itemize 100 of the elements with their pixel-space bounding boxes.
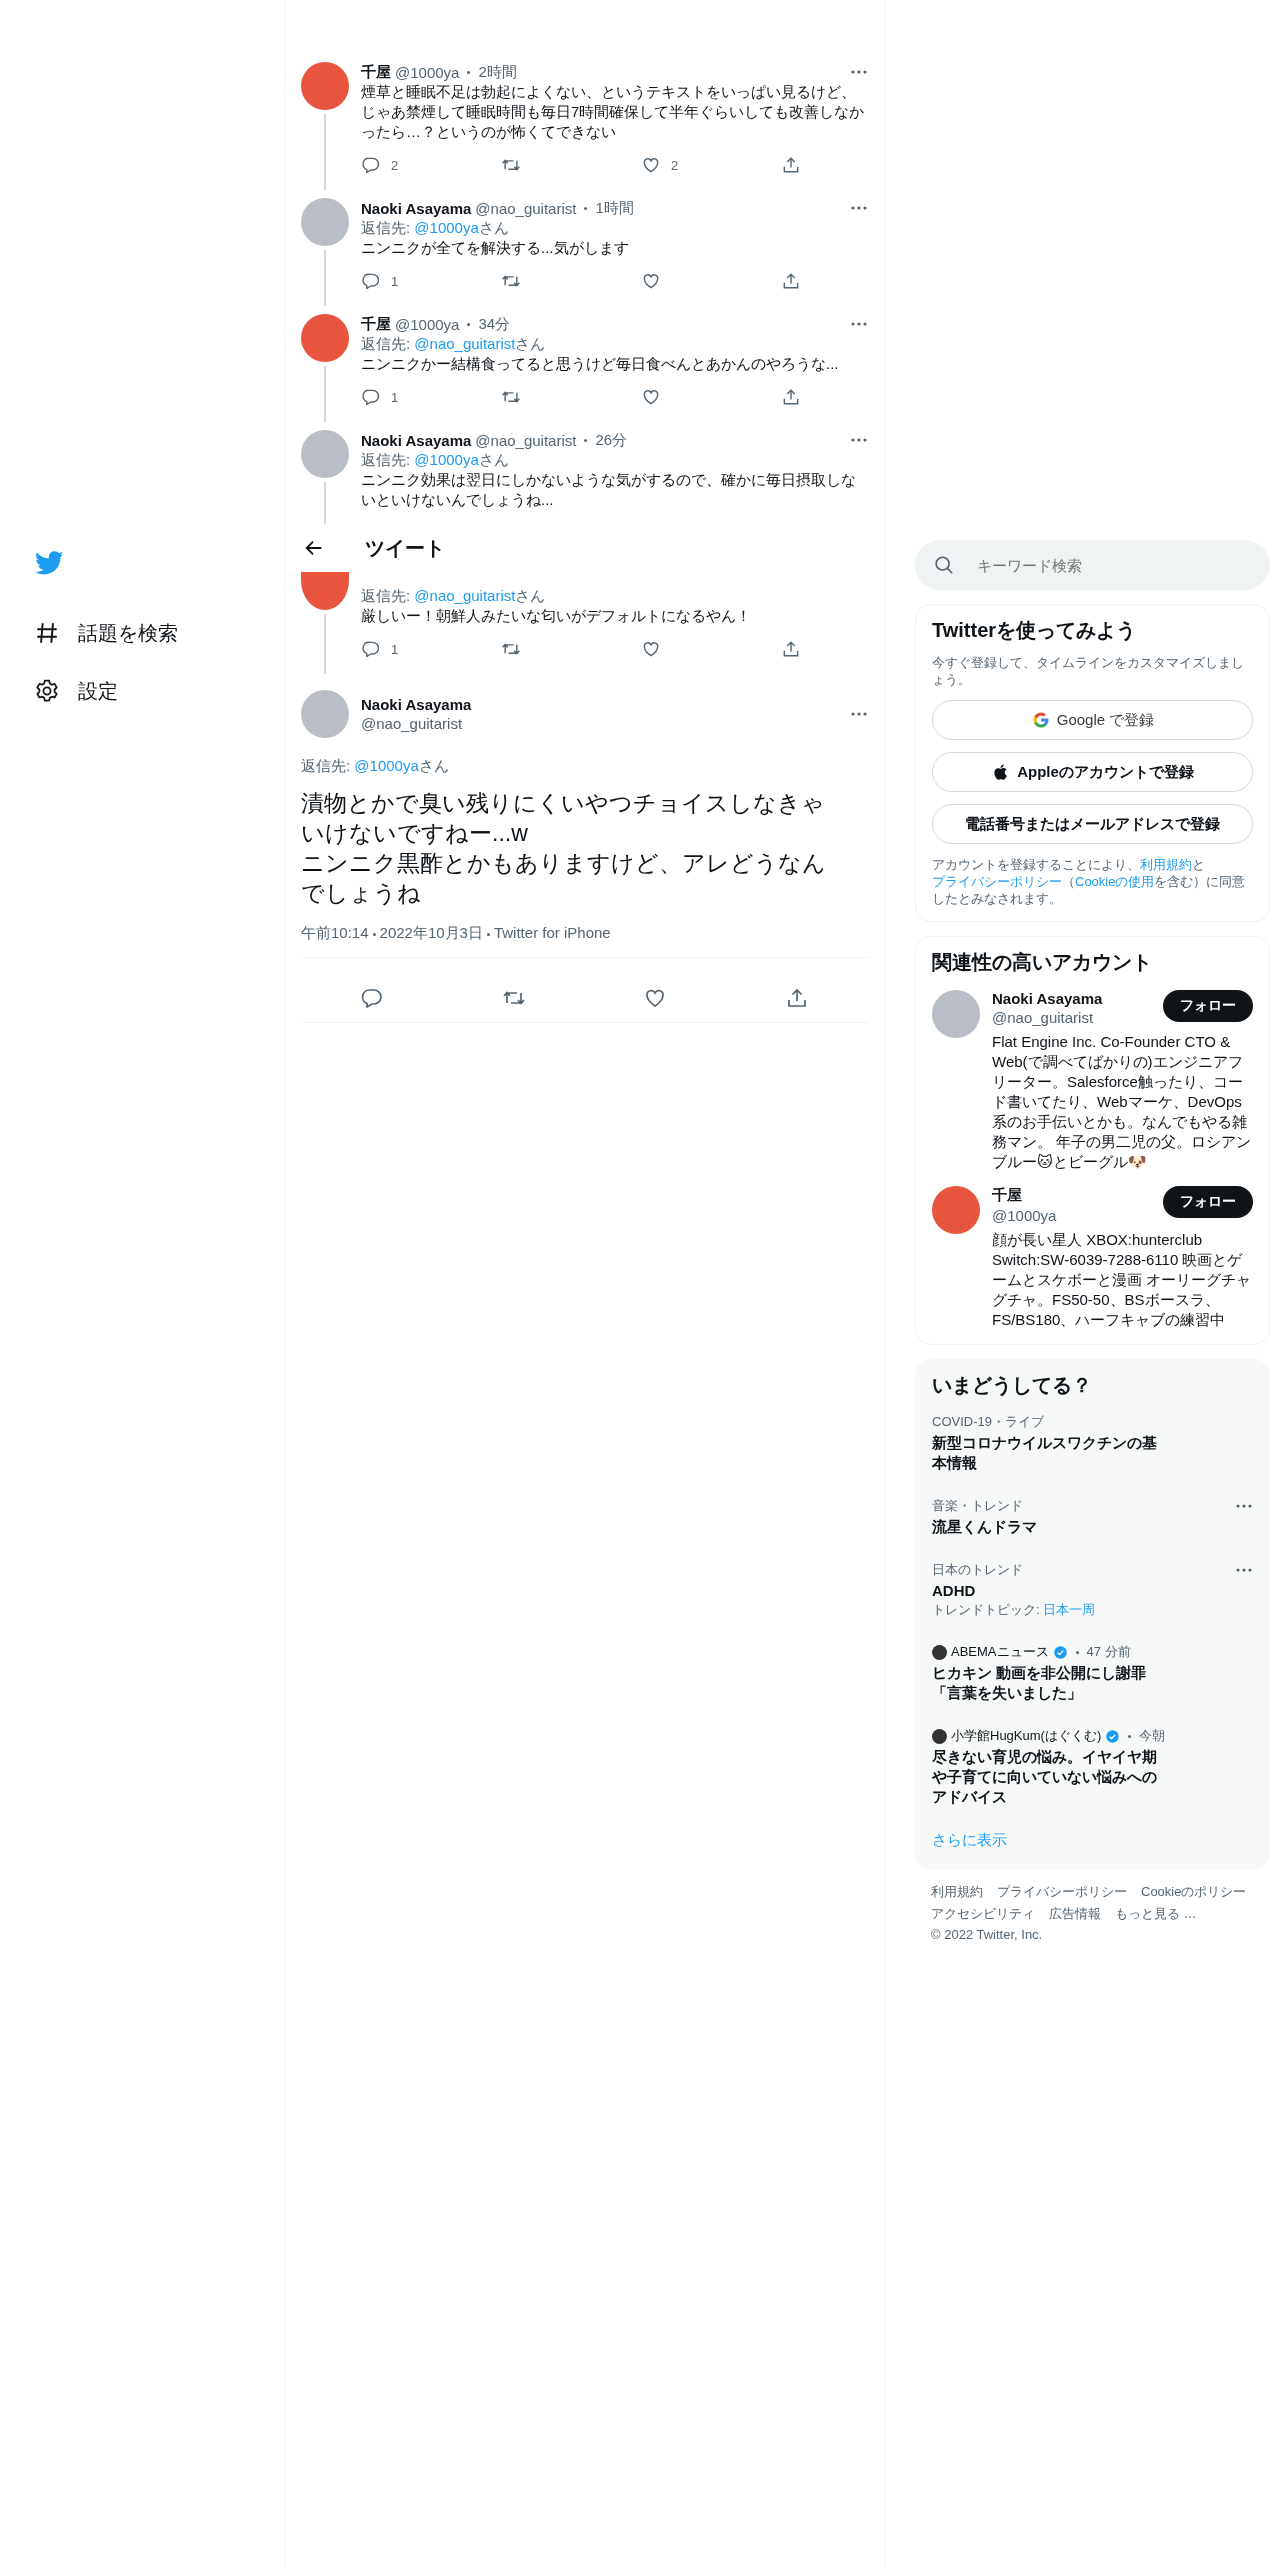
footer-link[interactable]: 広告情報 (1049, 1905, 1101, 1923)
share-icon[interactable] (781, 387, 801, 407)
source-logo-icon (932, 1728, 947, 1744)
avatar[interactable] (301, 62, 349, 110)
reply-to-text: 返信先: @nao_guitaristさん (361, 334, 547, 354)
footer-link[interactable]: 利用規約 (931, 1883, 983, 1901)
news-time: 47 分前 (1086, 1643, 1131, 1661)
author-handle[interactable]: @nao_guitarist (361, 715, 472, 732)
avatar[interactable] (301, 314, 349, 362)
search-icon (933, 554, 955, 576)
more-icon[interactable] (850, 711, 868, 717)
tweet-meta[interactable]: Twitter for iPhone (493, 924, 611, 941)
follow-button[interactable]: フォロー (1163, 990, 1253, 1022)
terms-notice: アカウントを登録することにより、利用規約 と プライバシーポリシー（Cookieの使用を含む）に同意したとみなされます。 (932, 856, 1247, 907)
source-logo-icon (932, 1644, 947, 1660)
card-title: Twitterを使ってみよう (932, 618, 1138, 643)
trend-context: 音楽・トレンド (932, 1497, 1023, 1515)
signup-button[interactable]: Google で登録 (932, 700, 1253, 740)
account-bio: Flat Engine Inc. Co-Founder CTO & Web(で調べてばかりの)エンジニアフリーター。Salesforce触ったり、コード書いてたり、Webマーケ、DevOps系のお手伝いとかも。なんでもやる雑務マン。 年子の男二児の父。ロシアンブルー🐱とビーグル🐶 (992, 1032, 1253, 1172)
reply-count: 2 (391, 157, 399, 173)
news-title[interactable]: ヒカキン 動画を非公開にし謝罪「言葉を失いました」 (932, 1663, 1162, 1703)
reply-count: 1 (391, 273, 399, 289)
tweet-text: ニンニクかー結構食ってると思うけど毎日食べんとあかんのやろうな... (361, 354, 840, 374)
account-name[interactable]: Naoki Asayama (992, 990, 1103, 1007)
author-handle[interactable]: @nao_guitarist (475, 431, 577, 449)
card-title: いまどうしてる？ (932, 1373, 1093, 1398)
card-title: 関連性の高いアカウント (932, 950, 1153, 975)
author-handle[interactable]: @1000ya (395, 63, 460, 81)
author-name[interactable]: Naoki Asayama (361, 199, 472, 217)
reply-to-text: 返信先: @nao_guitaristさん (361, 586, 547, 606)
heart-icon[interactable] (641, 155, 661, 175)
nav-item[interactable]: 話題を検索 (34, 604, 178, 662)
card-subtitle: 今すぐ登録して、タイムラインをカスタマイズしましょう。 (932, 654, 1245, 688)
nav-item[interactable]: 設定 (34, 662, 118, 720)
more-icon[interactable] (850, 205, 868, 211)
more-icon[interactable] (1235, 1567, 1253, 1573)
share-icon[interactable] (781, 639, 801, 659)
more-icon[interactable] (850, 437, 868, 443)
author-name[interactable]: Naoki Asayama (361, 696, 472, 713)
search-field[interactable]: キーワード検索 (915, 540, 1270, 590)
tweet-text: 煙草と睡眠不足は勃起によくない、というテキストをいっぱい見るけど、じゃあ禁煙して睡眠時間も毎日7時間確保して半年ぐらいしても改善しなかったら…？というのが怖くてできない (361, 82, 866, 142)
author-name[interactable]: 千屋 (361, 62, 391, 82)
reply-count: 1 (391, 641, 399, 657)
trend-title[interactable]: ADHD (932, 1581, 1162, 1601)
tweet-text: 漬物とかで臭い残りにくいやつチョイスしなきゃいけないですねー...w ニンニク黒酢とかもありますけど、アレどうなんでしょうね (301, 789, 827, 908)
tweet-text: ニンニクが全てを解決する...気がします (361, 238, 630, 258)
trend-context: 日本のトレンド (932, 1561, 1023, 1579)
signup-button[interactable]: 電話番号またはメールアドレスで登録 (932, 804, 1253, 844)
footer-link[interactable]: Cookieのポリシー (1141, 1883, 1247, 1901)
news-time: 今朝 (1139, 1727, 1166, 1745)
trend-title[interactable]: 流星くんドラマ (932, 1517, 1162, 1537)
heart-icon[interactable] (641, 639, 661, 659)
share-icon[interactable] (781, 271, 801, 291)
trend-title[interactable]: 新型コロナウイルスワクチンの基本情報 (932, 1433, 1162, 1473)
account-name[interactable]: 千屋 (992, 1186, 1057, 1205)
tweet-time[interactable]: 26分 (595, 430, 628, 450)
reply-icon[interactable] (361, 155, 381, 175)
reply-icon[interactable] (361, 639, 381, 659)
trend-context: COVID-19・ライブ (932, 1413, 1044, 1431)
more-icon[interactable] (850, 321, 868, 327)
trend-topic: トレンドトピック: 日本一周 (932, 1601, 1097, 1619)
tweet-time[interactable]: 2時間 (478, 62, 517, 82)
news-source: ABEMAニュース (951, 1643, 1049, 1661)
page-title: ツイート (365, 535, 445, 561)
heart-icon[interactable] (641, 271, 661, 291)
share-icon[interactable] (781, 155, 801, 175)
reply-icon[interactable] (361, 387, 381, 407)
tweet-text: ニンニク効果は翌日にしかないような気がするので、確かに毎日摂取しないといけないんでしょうね... (361, 470, 857, 510)
news-title[interactable]: 尽きない育児の悩み。イヤイヤ期や子育てに向いていない悩みへのアドバイス (932, 1747, 1162, 1807)
hashtag-icon (34, 620, 60, 646)
reply-icon[interactable] (361, 271, 381, 291)
account-bio: 顔が長い星人 XBOX:hunterclub Switch:SW-6039-7288-6110 映画とゲームとスケボーと漫画 オーリーグチャグチャ。FS50-50、BSボースラ、FS/BS180、ハーフキャブの練習中 (992, 1230, 1253, 1330)
tweet-time[interactable]: 1時間 (595, 198, 634, 218)
tweet-meta: 午前10:14 (301, 924, 369, 941)
account-handle[interactable]: @1000ya (992, 1207, 1057, 1224)
signup-button[interactable]: Appleのアカウントで登録 (932, 752, 1253, 792)
account-handle[interactable]: @nao_guitarist (992, 1009, 1103, 1026)
tweet-text: 厳しいー！朝鮮人みたいな匂いがデフォルトになるやん！ (361, 606, 752, 626)
footer-link[interactable]: プライバシーポリシー (997, 1883, 1127, 1901)
more-icon[interactable] (1235, 1503, 1253, 1509)
reply-icon[interactable] (359, 986, 384, 1010)
tweet-meta[interactable]: 2022年10月3日 (379, 924, 483, 941)
like-count: 2 (671, 157, 679, 173)
author-handle[interactable]: @1000ya (395, 315, 460, 333)
settings-icon (34, 678, 60, 704)
author-handle[interactable]: @nao_guitarist (475, 199, 577, 217)
avatar[interactable] (301, 572, 349, 610)
author-name[interactable]: 千屋 (361, 314, 391, 334)
author-name[interactable]: Naoki Asayama (361, 431, 472, 449)
copyright-text: © 2022 Twitter, Inc. (931, 1927, 1043, 1942)
reply-to-text: 返信先: @1000yaさん (301, 756, 450, 776)
avatar[interactable] (932, 1186, 980, 1234)
footer-link[interactable]: アクセシビリティ (931, 1905, 1035, 1923)
tweet-time[interactable]: 34分 (478, 314, 511, 334)
footer-link[interactable]: もっと見る … (1115, 1905, 1197, 1923)
reply-to-text: 返信先: @1000yaさん (361, 218, 510, 238)
follow-button[interactable]: フォロー (1163, 1186, 1253, 1218)
heart-icon[interactable] (641, 387, 661, 407)
more-icon[interactable] (850, 69, 868, 75)
reply-to-text: 返信先: @1000yaさん (361, 450, 510, 470)
